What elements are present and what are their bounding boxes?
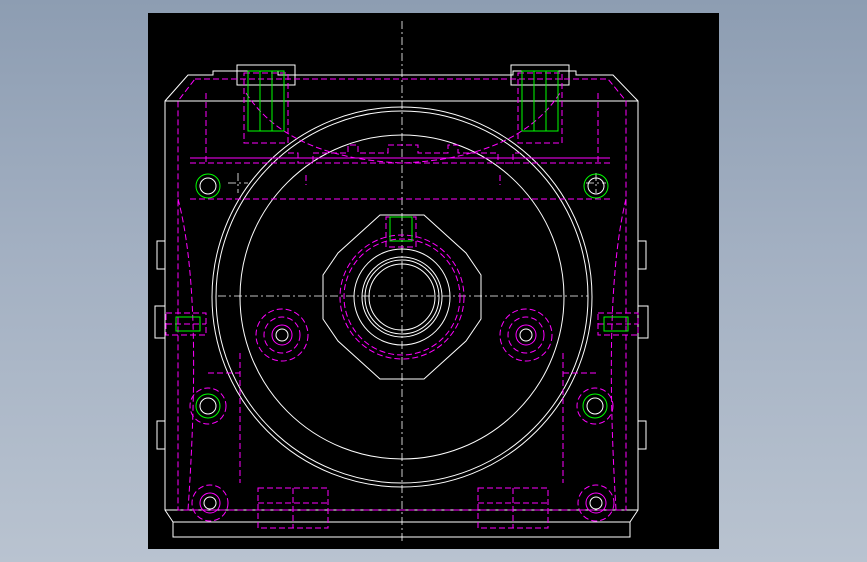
center-lines [218,21,606,543]
cad-viewport[interactable] [148,13,719,549]
housing-outline [154,64,649,538]
cad-drawing [154,21,649,543]
magenta-details [190,157,610,514]
